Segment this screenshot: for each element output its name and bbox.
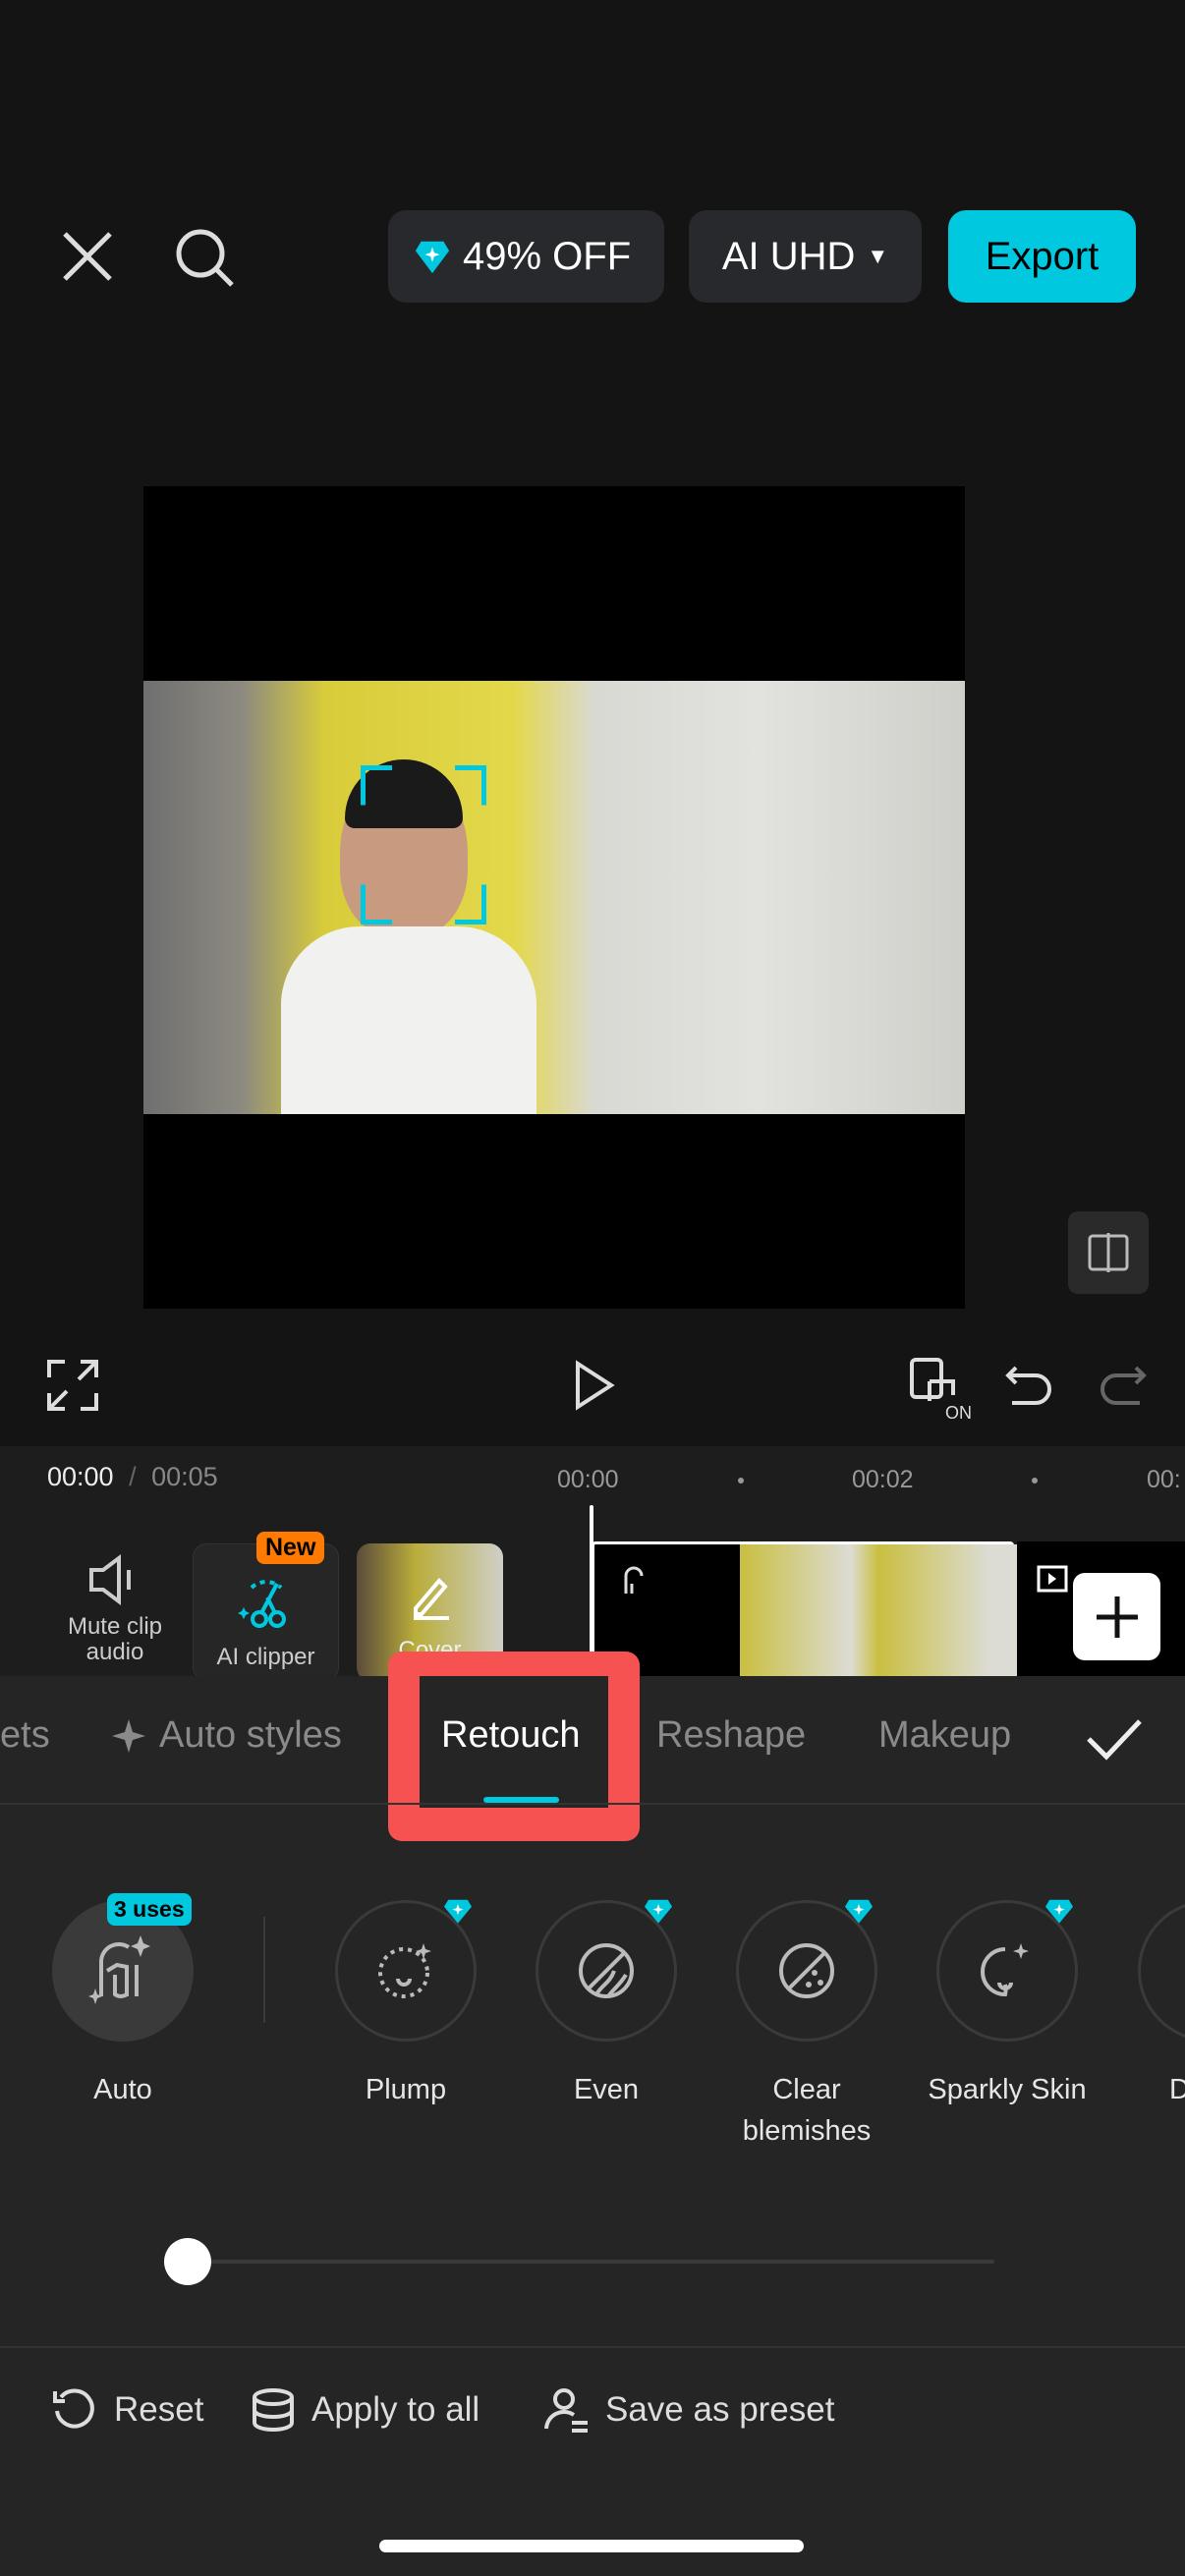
quality-label: AI UHD — [721, 234, 856, 278]
premium-diamond-icon — [845, 1899, 873, 1924]
save-as-preset-button[interactable]: Save as preset — [542, 2385, 834, 2435]
face-detection-box — [361, 765, 486, 924]
item-label: Even — [573, 2074, 640, 2105]
reset-label: Reset — [114, 2390, 204, 2429]
ruler-dot — [738, 1478, 744, 1484]
item-separator — [263, 1917, 265, 2023]
retouch-dew[interactable]: Dew — [1110, 1900, 1185, 2110]
ruler-tick-label: 00: — [1147, 1466, 1181, 1493]
apply-to-all-label: Apply to all — [311, 2390, 480, 2429]
timeline-area[interactable]: 00:00 / 00:05 00:00 00:02 00: Mute clip … — [0, 1446, 1185, 1681]
total-time: 00:05 — [151, 1462, 218, 1491]
retouch-plump[interactable]: Plump — [308, 1899, 504, 2110]
clip-icon — [1037, 1565, 1068, 1593]
tab-auto-styles[interactable]: Auto styles — [110, 1714, 342, 1757]
ai-clipper-button[interactable]: AI clipper — [193, 1543, 339, 1681]
sparkly-skin-icon — [981, 1943, 1029, 1997]
retouch-even[interactable]: Even — [508, 1899, 705, 2110]
home-indicator — [379, 2540, 804, 2552]
clip-thumbnail — [740, 1544, 1017, 1676]
export-label: Export — [985, 234, 1100, 278]
plump-icon — [378, 1943, 431, 1998]
user-preset-icon — [544, 2388, 588, 2433]
ruler-tick-label: 00:02 — [852, 1466, 914, 1493]
stack-icon — [253, 2388, 294, 2433]
auto-face-icon — [88, 1935, 150, 2004]
redo-icon[interactable] — [1091, 1356, 1150, 1415]
ruler-dot — [1032, 1478, 1038, 1484]
promo-label: 49% OFF — [463, 234, 632, 278]
tab-reshape[interactable]: Reshape — [656, 1714, 806, 1757]
playhead[interactable] — [590, 1505, 593, 1676]
retouch-clear-blemishes[interactable]: Clear blemishes — [708, 1899, 905, 2152]
caret-down-icon: ▼ — [867, 244, 889, 268]
tab-label: Auto styles — [159, 1714, 342, 1756]
uses-badge: 3 uses — [107, 1893, 192, 1926]
time-separator: / — [129, 1462, 137, 1491]
quality-dropdown[interactable]: AI UHD ▼ — [689, 210, 922, 303]
apply-to-all-button[interactable]: Apply to all — [249, 2385, 480, 2435]
reset-icon — [53, 2388, 94, 2429]
premium-diamond-icon — [444, 1899, 472, 1924]
item-label: Sparkly Skin — [928, 2074, 1087, 2105]
search-icon[interactable] — [173, 226, 238, 291]
divider — [0, 2346, 1185, 2348]
edit-icon — [413, 1578, 449, 1620]
add-clip-button[interactable] — [1073, 1573, 1160, 1660]
plus-icon — [1096, 1596, 1138, 1638]
tool-label: AI clipper — [216, 1644, 315, 1670]
svg-text:ON: ON — [945, 1403, 972, 1423]
close-icon[interactable] — [61, 230, 114, 283]
retouch-marker-icon — [624, 1566, 644, 1594]
item-label: Dew — [1169, 2074, 1185, 2105]
item-label: Clear blemishes — [742, 2074, 872, 2147]
reset-button[interactable]: Reset — [51, 2385, 203, 2435]
fullscreen-icon[interactable] — [43, 1356, 102, 1415]
video-clip-track[interactable] — [592, 1541, 1017, 1676]
intensity-slider-knob[interactable] — [164, 2238, 211, 2285]
retouch-auto[interactable]: Auto — [25, 1900, 221, 2110]
compare-icon — [1088, 1233, 1129, 1272]
play-icon[interactable] — [564, 1356, 623, 1415]
even-icon — [579, 1943, 634, 1998]
premium-diamond-icon — [1045, 1899, 1073, 1924]
diamond-icon — [415, 241, 450, 274]
video-frame — [143, 681, 965, 1114]
item-label: Plump — [365, 2074, 447, 2105]
item-label: Auto — [93, 2074, 152, 2105]
intensity-slider-track[interactable] — [188, 2260, 994, 2264]
undo-icon[interactable] — [1002, 1356, 1061, 1415]
save-as-preset-label: Save as preset — [605, 2390, 835, 2429]
confirm-check-icon[interactable] — [1085, 1715, 1144, 1763]
ai-clipper-icon — [237, 1580, 286, 1628]
clear-blemishes-icon — [779, 1943, 834, 1998]
export-button[interactable]: Export — [948, 210, 1136, 303]
compare-button[interactable] — [1068, 1211, 1149, 1294]
video-preview[interactable] — [143, 486, 965, 1309]
speaker-icon — [89, 1554, 131, 1605]
new-badge: New — [256, 1532, 325, 1564]
keyframe-on-icon[interactable]: ON — [908, 1356, 975, 1423]
premium-diamond-icon — [645, 1899, 672, 1924]
tab-makeup[interactable]: Makeup — [878, 1714, 1011, 1757]
current-time: 00:00 — [47, 1462, 114, 1491]
tool-label: Mute clip audio — [67, 1613, 163, 1665]
divider — [0, 1803, 1185, 1805]
promo-button[interactable]: 49% OFF — [388, 210, 664, 303]
tab-presets[interactable]: ets — [0, 1714, 50, 1757]
sparkle-icon — [112, 1718, 145, 1753]
tab-retouch[interactable]: Retouch — [441, 1714, 581, 1757]
ruler-tick-label: 00:00 — [557, 1466, 619, 1493]
mute-clip-audio-button[interactable]: Mute clip audio — [51, 1554, 179, 1665]
retouch-sparkly-skin[interactable]: Sparkly Skin — [909, 1899, 1105, 2110]
